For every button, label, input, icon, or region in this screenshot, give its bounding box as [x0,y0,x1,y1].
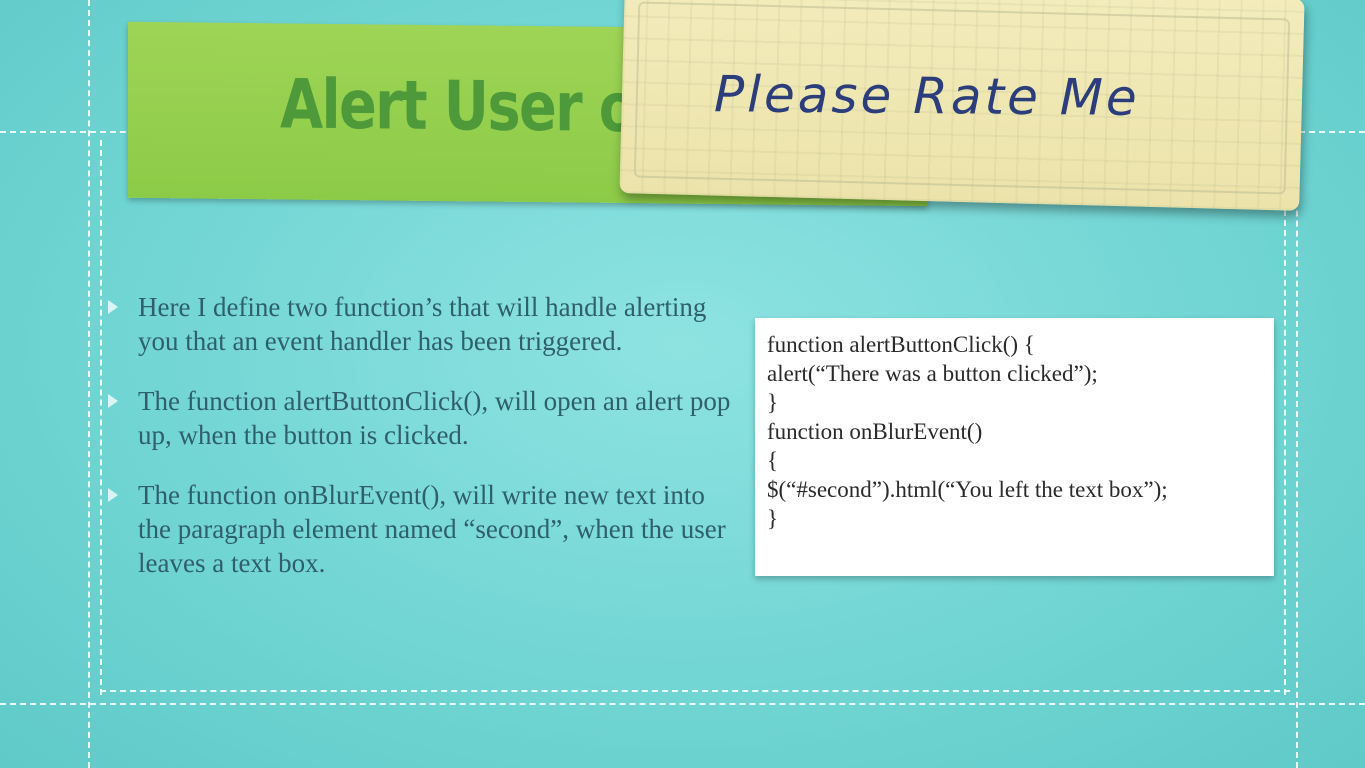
list-item: Here I define two function’s that will h… [108,290,738,358]
bullet-text: The function onBlurEvent(), will write n… [138,480,726,578]
triangle-bullet-icon [108,488,118,502]
stitch-line-right-inner [1284,200,1286,695]
bullet-text: The function alertButtonClick(), will op… [138,386,731,450]
code-line: } [767,506,779,531]
triangle-bullet-icon [108,394,118,408]
code-line: { [767,448,779,473]
rate-me-text: Please Rate Me [713,65,1140,127]
rate-me-card[interactable]: Please Rate Me [619,0,1305,211]
code-line: function alertButtonClick() { [767,332,1035,357]
triangle-bullet-icon [108,300,118,314]
bullet-text: Here I define two function’s that will h… [138,292,707,356]
stitch-line-bottom [0,703,1365,705]
code-box: function alertButtonClick() { alert(“The… [755,318,1274,576]
code-line: function onBlurEvent() [767,419,983,444]
stitch-line-left [88,0,90,768]
code-line: alert(“There was a button clicked”); [767,361,1098,386]
code-line: } [767,390,779,415]
stitch-line-bottom-inner [100,690,1290,692]
code-line: $(“#second”).html(“You left the text box… [767,477,1168,502]
list-item: The function alertButtonClick(), will op… [108,384,738,452]
bullet-list: Here I define two function’s that will h… [108,290,738,606]
slide-title: Alert User of [280,65,659,149]
list-item: The function onBlurEvent(), will write n… [108,478,738,580]
stitch-line-left-inner [100,140,102,695]
